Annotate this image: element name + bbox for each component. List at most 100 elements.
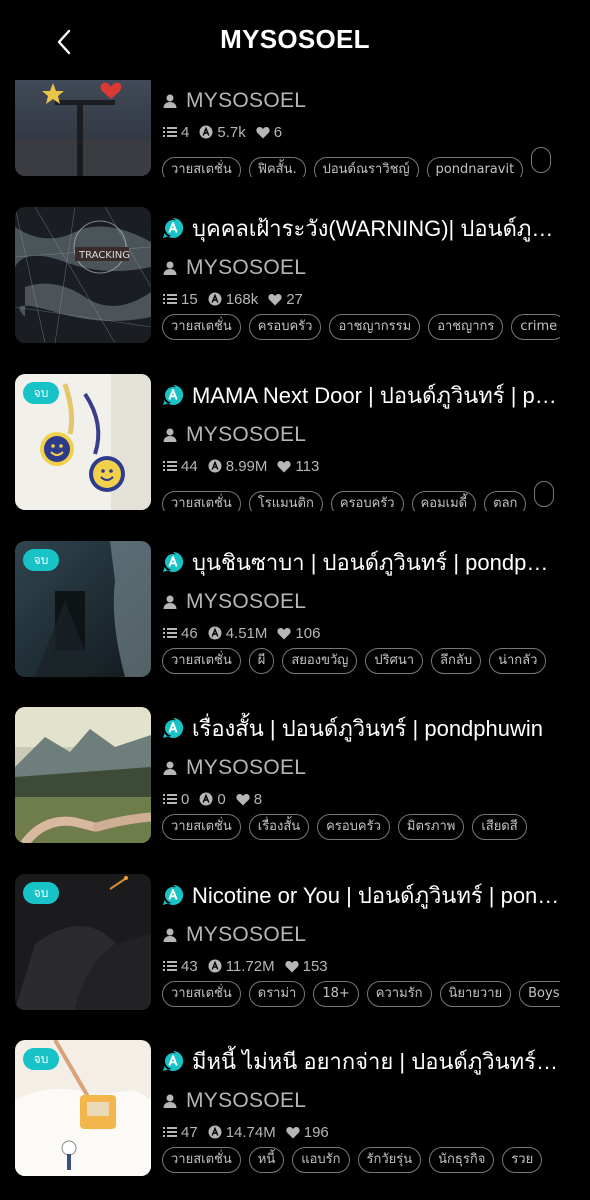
tag[interactable]: ปริศนา bbox=[365, 648, 424, 674]
list-item[interactable]: เรื่องสั้น | ปอนด์ภูวินทร์ | pondphuwin … bbox=[0, 707, 590, 852]
user-icon bbox=[163, 94, 177, 108]
tag[interactable]: อาชญากร bbox=[428, 314, 504, 340]
cover-image[interactable]: จบ bbox=[15, 374, 151, 510]
list-item[interactable]: TRACKING บุคคลเฝ้าระวัง(WARNING)| ปอนด์ภ… bbox=[0, 207, 590, 352]
story-type-icon bbox=[163, 717, 184, 738]
list-item[interactable]: จบ มีหนี้ ไม่หนี อยากจ่าย | ปอนด์ภูวินทร… bbox=[0, 1040, 590, 1185]
completed-badge: จบ bbox=[23, 1048, 59, 1070]
chapter-count: 47 bbox=[181, 1123, 198, 1141]
tag[interactable]: วายสเตชั่น bbox=[162, 814, 241, 840]
tag[interactable]: มิตรภาพ bbox=[397, 814, 465, 840]
tag[interactable]: ครอบครัว bbox=[317, 814, 390, 840]
list-item[interactable]: จบ MAMA Next Door | ปอนด์ภูวินทร์ | pond… bbox=[0, 374, 590, 519]
cover-image[interactable] bbox=[15, 707, 151, 843]
story-title-row[interactable]: MAMA Next Door | ปอนด์ภูวินทร์ | pondphu… bbox=[162, 378, 560, 412]
stats-row: 0 0 8 bbox=[163, 787, 272, 811]
cover-image[interactable]: จบ bbox=[15, 874, 151, 1010]
story-title-row[interactable]: Nicotine or You | ปอนด์ภูวินทร์ | pondph… bbox=[162, 878, 560, 912]
author-row[interactable]: MYSOSOEL bbox=[162, 420, 306, 450]
tag[interactable]: ดราม่า bbox=[248, 981, 306, 1007]
story-title: เรื่องสั้น | ปอนด์ภูวินทร์ | pondphuwin bbox=[192, 715, 544, 741]
view-count: 5.7k bbox=[217, 123, 246, 141]
tag-list: วายสเตชั่น หนี้ แอบรัก รักวัยรุ่น นักธุรกิจ ร… bbox=[162, 1147, 560, 1177]
tag[interactable]: 18+ bbox=[313, 981, 359, 1007]
tag[interactable]: น่ากลัว bbox=[489, 648, 547, 674]
heart-icon bbox=[236, 793, 250, 805]
tag[interactable]: วายสเตชั่น bbox=[162, 648, 241, 674]
view-count: 11.72M bbox=[225, 957, 275, 975]
cover-image[interactable]: จบ bbox=[15, 1040, 151, 1176]
tag[interactable]: ความรัก bbox=[366, 981, 432, 1007]
tag-list: วายสเตชั่น เรื่องสั้น ครอบครัว มิตรภาพ เสียด… bbox=[162, 814, 560, 844]
like-count: 153 bbox=[302, 957, 328, 975]
cover-image[interactable]: จบ bbox=[15, 541, 151, 677]
user-icon bbox=[163, 928, 177, 942]
tag[interactable]: ปอนด์ณราวิชญ์ bbox=[313, 157, 419, 177]
author-name: MYSOSOEL bbox=[186, 256, 307, 279]
story-title-row[interactable]: บุคคลเฝ้าระวัง(WARNING)| ปอนด์ภูวินทร์ |… bbox=[162, 211, 560, 245]
tag[interactable]: pondnaravit bbox=[426, 157, 524, 177]
tag[interactable] bbox=[534, 481, 555, 507]
tag[interactable]: วายสเตชั่น bbox=[162, 314, 241, 340]
author-row[interactable]: MYSOSOEL bbox=[162, 920, 306, 950]
author-row[interactable]: MYSOSOEL bbox=[162, 587, 306, 617]
story-title: บุคคลเฝ้าระวัง(WARNING)| ปอนด์ภูวินทร์ |… bbox=[192, 215, 560, 241]
tag[interactable]: ตลก bbox=[484, 491, 527, 511]
chapter-count: 15 bbox=[181, 290, 198, 308]
views-icon bbox=[199, 792, 213, 806]
tag[interactable]: คอมเมดี้ bbox=[411, 491, 477, 511]
heart-icon bbox=[256, 126, 270, 138]
tag[interactable]: Boys Love bbox=[519, 981, 560, 1007]
heart-icon bbox=[286, 1126, 300, 1138]
tag[interactable]: ครอบครัว bbox=[330, 491, 404, 511]
tag[interactable]: รวย bbox=[502, 1147, 543, 1173]
stats-row: 46 4.51M 106 bbox=[163, 621, 330, 645]
tag[interactable]: ครอบครัว bbox=[248, 314, 322, 340]
tag[interactable] bbox=[531, 147, 552, 173]
views-icon bbox=[208, 959, 222, 973]
tag-list: วายสเตชั่น ผี สยองขวัญ ปริศนา ลึกลับ น่ากลัว bbox=[162, 648, 560, 678]
tag[interactable]: วายสเตชั่น bbox=[162, 491, 241, 511]
tag[interactable]: วายสเตชั่น bbox=[162, 157, 241, 177]
views-icon bbox=[208, 292, 222, 306]
heart-icon bbox=[284, 960, 299, 972]
list-item[interactable]: จบ บุนชินซาบา | ปอนด์ภูวินทร์ | pondphuw… bbox=[0, 541, 590, 686]
list-icon bbox=[163, 127, 177, 137]
tag[interactable]: นิยายวาย bbox=[439, 981, 512, 1007]
tag[interactable]: แอบรัก bbox=[292, 1147, 350, 1173]
tag[interactable]: โรแมนติก bbox=[248, 491, 323, 511]
like-count: 196 bbox=[303, 1123, 329, 1141]
like-count: 113 bbox=[295, 457, 320, 475]
story-title-row[interactable]: เรื่องสั้น | ปอนด์ภูวินทร์ | pondphuwin bbox=[162, 711, 560, 745]
completed-badge: จบ bbox=[23, 882, 59, 904]
heart-icon bbox=[277, 460, 292, 472]
tag[interactable]: รักวัยรุ่น bbox=[357, 1147, 422, 1173]
tag[interactable]: crime bbox=[511, 314, 560, 340]
tag-list: วายสเตชั่น ดราม่า 18+ ความรัก นิยายวาย Boys L… bbox=[162, 981, 560, 1011]
tag-list: วายสเตชั่น โรแมนติก ครอบครัว คอมเมดี้ ตลก bbox=[162, 481, 560, 511]
tag[interactable]: ลึกลับ bbox=[431, 648, 482, 674]
author-row[interactable]: MYSOSOEL bbox=[162, 253, 306, 283]
tag[interactable]: สยองขวัญ bbox=[282, 648, 358, 674]
tag[interactable]: ผี bbox=[248, 648, 275, 674]
tag[interactable]: วายสเตชั่น bbox=[162, 1147, 241, 1173]
tag[interactable]: ฟิคสั้น. bbox=[248, 157, 306, 177]
tag[interactable]: อาชญากรรม bbox=[329, 314, 421, 340]
list-icon bbox=[163, 1127, 177, 1137]
author-row[interactable]: MYSOSOEL bbox=[162, 753, 306, 783]
list-item[interactable]: จบ Nicotine or You | ปอนด์ภูวินทร์ | pon… bbox=[0, 874, 590, 1019]
tag[interactable]: เรื่องสั้น bbox=[248, 814, 310, 840]
author-row[interactable]: MYSOSOEL bbox=[162, 1086, 306, 1116]
story-title: บุนชินซาบา | ปอนด์ภูวินทร์ | pondphuwin bbox=[192, 549, 560, 575]
user-icon bbox=[163, 595, 177, 609]
tag[interactable]: นักธุรกิจ bbox=[429, 1147, 495, 1173]
tag[interactable]: หนี้ bbox=[248, 1147, 285, 1173]
stats-row: 44 8.99M 113 bbox=[163, 454, 329, 478]
story-title-row[interactable]: บุนชินซาบา | ปอนด์ภูวินทร์ | pondphuwin bbox=[162, 545, 560, 579]
story-title-row[interactable]: มีหนี้ ไม่หนี อยากจ่าย | ปอนด์ภูวินทร์ |… bbox=[162, 1044, 560, 1078]
tag[interactable]: วายสเตชั่น bbox=[162, 981, 241, 1007]
tag[interactable]: เสียดสี bbox=[472, 814, 527, 840]
view-count: 0 bbox=[217, 790, 226, 808]
cover-image[interactable]: TRACKING bbox=[15, 207, 151, 343]
author-row[interactable]: MYSOSOEL bbox=[162, 86, 306, 116]
